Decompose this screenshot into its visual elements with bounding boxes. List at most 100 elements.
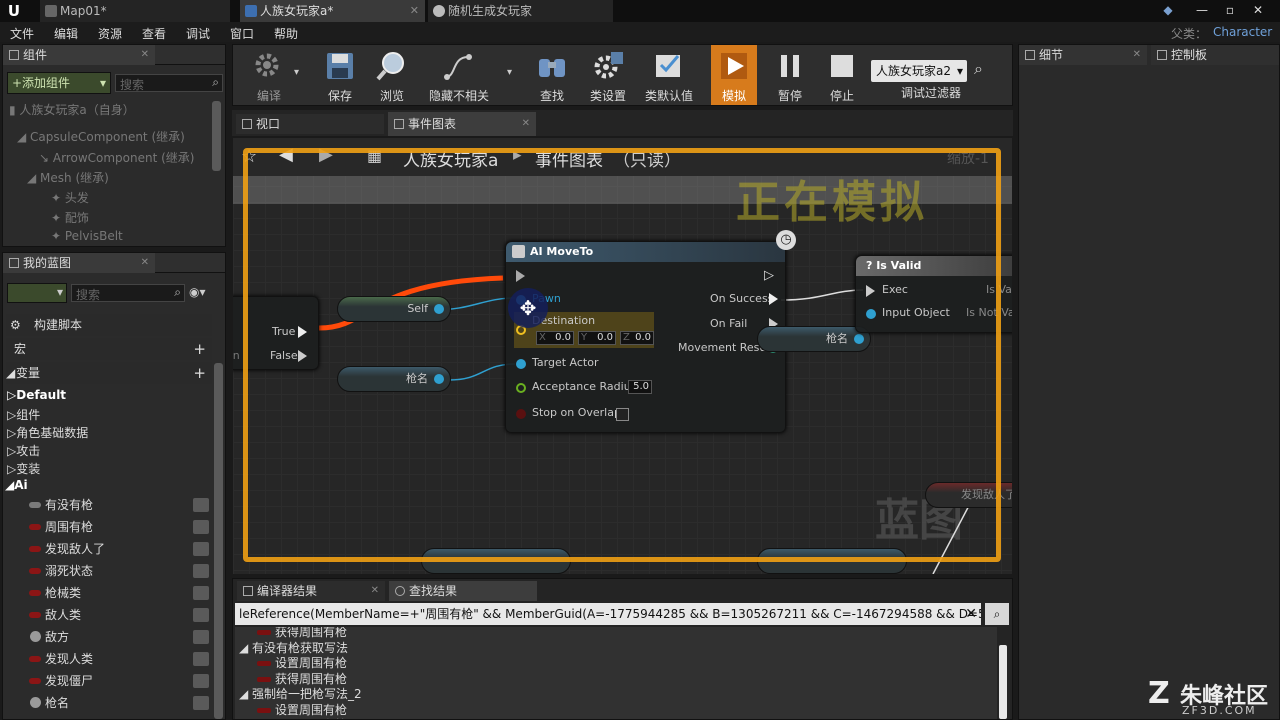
- close-icon[interactable]: ✕: [410, 0, 419, 22]
- component-hair[interactable]: ✦ 头发: [51, 189, 89, 206]
- component-accessory[interactable]: ✦ 配饰: [51, 209, 89, 226]
- visibility-toggle-icon[interactable]: [193, 498, 209, 512]
- category-character-data[interactable]: ▷角色基础数据: [7, 424, 88, 441]
- category-attack[interactable]: ▷攻击: [7, 442, 40, 459]
- component-self[interactable]: ▮ 人族女玩家a（自身）: [9, 101, 135, 118]
- category-components[interactable]: ▷组件: [7, 406, 40, 423]
- tab-compiler-results[interactable]: 编译器结果 ✕: [237, 581, 385, 601]
- feedback-icon[interactable]: ◆: [1156, 0, 1180, 20]
- result-item[interactable]: 设置周围有枪: [257, 716, 347, 719]
- class-defaults-button[interactable]: 类默认值: [641, 45, 697, 105]
- menu-view[interactable]: 查看: [142, 25, 166, 42]
- visibility-toggle-icon[interactable]: [193, 630, 209, 644]
- components-scrollbar[interactable]: [212, 101, 221, 171]
- component-mesh[interactable]: ◢ Mesh (继承): [27, 169, 109, 186]
- simulate-button[interactable]: 模拟: [711, 45, 757, 105]
- visibility-toggle-icon[interactable]: [193, 586, 209, 600]
- close-icon[interactable]: ✕: [1133, 45, 1141, 65]
- category-ai[interactable]: ◢Ai: [5, 478, 28, 492]
- variable-row[interactable]: 发现人类: [27, 649, 212, 669]
- find-button[interactable]: 查找: [529, 45, 575, 105]
- add-variable-button[interactable]: +: [193, 362, 206, 384]
- add-component-button[interactable]: +添加组件 ▾: [7, 72, 111, 94]
- parent-class-link[interactable]: Character: [1213, 25, 1272, 39]
- variable-row[interactable]: 发现敌人了: [27, 539, 212, 559]
- visibility-toggle-icon[interactable]: [193, 520, 209, 534]
- clear-search-icon[interactable]: ✕: [965, 603, 977, 625]
- menu-asset[interactable]: 资源: [98, 25, 122, 42]
- pause-button[interactable]: 暂停: [769, 45, 811, 105]
- close-icon[interactable]: ✕: [141, 253, 149, 273]
- add-macro-button[interactable]: +: [193, 338, 206, 360]
- variable-row[interactable]: 枪名: [27, 693, 212, 713]
- menu-help[interactable]: 帮助: [274, 25, 298, 42]
- event-graph-canvas[interactable]: ☆ ◀ ▶ ▦ 人族女玩家a ▸ 事件图表 （只读） 缩放-1 正在模拟 蓝图 …: [233, 138, 1012, 574]
- menu-debug[interactable]: 调试: [186, 25, 210, 42]
- tab-find-results[interactable]: 查找结果: [389, 581, 537, 601]
- visibility-toggle-icon[interactable]: [193, 608, 209, 622]
- close-window-button[interactable]: ✕: [1246, 0, 1270, 20]
- compile-button[interactable]: 编译 ▾: [237, 45, 301, 105]
- tab-blueprint[interactable]: 人族女玩家a* ✕: [240, 0, 425, 22]
- minimize-button[interactable]: —: [1190, 0, 1214, 20]
- close-icon[interactable]: ✕: [522, 112, 530, 136]
- debug-search-icon[interactable]: ⌕: [974, 59, 983, 79]
- menu-edit[interactable]: 编辑: [54, 25, 78, 42]
- visibility-eye-icon[interactable]: ◉▾: [189, 285, 206, 299]
- debug-object-select[interactable]: 人族女玩家a2 ▾: [871, 60, 967, 82]
- visibility-toggle-icon[interactable]: [193, 696, 209, 710]
- result-group[interactable]: ◢ 强制给一把枪写法_2: [239, 685, 362, 702]
- variable-row[interactable]: 溺死状态: [27, 561, 212, 581]
- hide-unrelated-button[interactable]: 隐藏不相关: [423, 45, 495, 105]
- variable-row[interactable]: 发现僵尸: [27, 671, 212, 691]
- tab-random-spawn[interactable]: 随机生成女玩家: [428, 0, 613, 22]
- variable-row[interactable]: 敌方: [27, 627, 212, 647]
- visibility-toggle-icon[interactable]: [193, 652, 209, 666]
- tab-details[interactable]: 细节 ✕: [1019, 45, 1147, 65]
- variables-row[interactable]: ◢ 变量 +: [6, 362, 212, 384]
- menu-file[interactable]: 文件: [10, 25, 34, 42]
- component-arrow[interactable]: ↘ ArrowComponent (继承): [39, 149, 194, 166]
- visibility-toggle-icon[interactable]: [193, 564, 209, 578]
- category-default[interactable]: ▷Default: [7, 388, 66, 402]
- visibility-toggle-icon[interactable]: [193, 674, 209, 688]
- stop-button[interactable]: 停止: [821, 45, 863, 105]
- construction-script-row[interactable]: ⚙ 构建脚本: [6, 314, 212, 336]
- result-item[interactable]: 设置周围有枪: [257, 701, 347, 718]
- variable-label: 发现僵尸: [45, 674, 94, 688]
- variable-row[interactable]: 枪械类: [27, 583, 212, 603]
- browse-button[interactable]: 浏览: [369, 45, 415, 105]
- find-query-input[interactable]: leReference(MemberName=+"周围有枪" && Member…: [235, 603, 981, 625]
- component-capsule[interactable]: ◢ CapsuleComponent (继承): [17, 128, 185, 145]
- variable-row[interactable]: 周围有枪: [27, 517, 212, 537]
- result-item[interactable]: 设置周围有枪: [257, 654, 347, 671]
- add-new-button[interactable]: ▾: [7, 283, 67, 303]
- close-icon[interactable]: ✕: [371, 581, 379, 601]
- tab-my-blueprint[interactable]: 我的蓝图 ✕: [3, 253, 155, 273]
- tab-event-graph[interactable]: 事件图表 ✕: [388, 112, 536, 136]
- chevron-down-icon[interactable]: ▾: [294, 67, 299, 78]
- component-pelvisbelt[interactable]: ✦ PelvisBelt: [51, 229, 123, 243]
- blueprint-scrollbar[interactable]: [214, 363, 223, 719]
- tab-control-panel[interactable]: 控制板: [1151, 45, 1279, 65]
- variable-row[interactable]: 有没有枪: [27, 495, 212, 515]
- tab-viewport[interactable]: 视口: [236, 114, 384, 134]
- result-item[interactable]: 获得周围有枪: [257, 670, 347, 687]
- maximize-button[interactable]: ▫: [1218, 0, 1242, 20]
- save-button[interactable]: 保存: [319, 45, 361, 105]
- blueprint-search-input[interactable]: 搜索 ⌕: [71, 284, 185, 302]
- close-icon[interactable]: ✕: [141, 45, 149, 65]
- category-costume[interactable]: ▷变装: [7, 460, 40, 477]
- binoculars-icon[interactable]: ⌕: [985, 603, 1009, 625]
- variable-row[interactable]: 敌人类: [27, 605, 212, 625]
- menu-window[interactable]: 窗口: [230, 25, 254, 42]
- tab-map01[interactable]: Map01*: [40, 0, 230, 22]
- hide-unrelated-dropdown[interactable]: ▾: [507, 67, 512, 78]
- components-search-input[interactable]: 搜索 ⌕: [115, 74, 223, 92]
- macros-row[interactable]: 宏 +: [6, 338, 212, 360]
- results-scrollbar[interactable]: [999, 645, 1007, 719]
- result-group[interactable]: ◢ 有没有枪获取写法: [239, 639, 348, 656]
- class-settings-button[interactable]: 类设置: [583, 45, 633, 105]
- tab-components[interactable]: 组件 ✕: [3, 45, 155, 65]
- visibility-toggle-icon[interactable]: [193, 542, 209, 556]
